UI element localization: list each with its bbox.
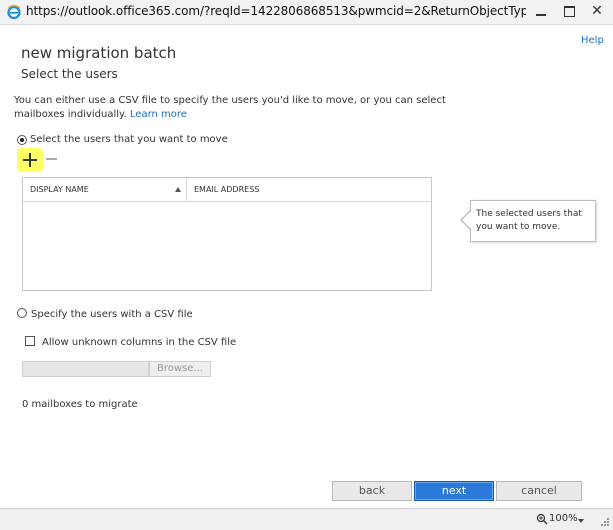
zoom-icon[interactable] (536, 513, 548, 525)
select-users-label: Select the users that you want to move (30, 134, 228, 145)
intro-text: You can either use a CSV file to specify… (14, 94, 484, 122)
address-url: https://outlook.office365.com/?reqId=142… (26, 4, 526, 18)
add-button[interactable] (17, 148, 43, 172)
allow-unknown-columns-checkbox[interactable] (25, 336, 35, 346)
help-callout: The selected users that you want to move… (470, 200, 596, 242)
browser-titlebar: https://outlook.office365.com/?reqId=142… (0, 0, 613, 25)
next-button[interactable]: next (414, 481, 494, 501)
csv-option-label: Specify the users with a CSV file (31, 309, 193, 320)
page-title: new migration batch (21, 44, 177, 62)
close-icon: ✕ (591, 3, 603, 19)
close-button[interactable]: ✕ (584, 0, 610, 22)
learn-more-link[interactable]: Learn more (130, 109, 187, 120)
maximize-button[interactable] (556, 0, 582, 22)
remove-button[interactable] (45, 153, 59, 165)
allow-unknown-columns-label: Allow unknown columns in the CSV file (42, 337, 237, 348)
column-display-name-label: DISPLAY NAME (30, 185, 89, 194)
plus-icon (23, 153, 37, 167)
minus-icon (46, 158, 57, 160)
callout-text: The selected users that you want to move… (476, 209, 582, 232)
users-grid[interactable]: DISPLAY NAME EMAIL ADDRESS (22, 177, 432, 291)
minimize-icon (536, 14, 546, 16)
browse-button: Browse... (149, 361, 211, 377)
help-link[interactable]: Help (581, 35, 604, 46)
callout-arrow-fill (462, 211, 471, 229)
ie-icon (7, 4, 21, 20)
browser-statusbar: 100% (0, 508, 613, 530)
sort-ascending-icon (175, 187, 181, 192)
zoom-level[interactable]: 100% (549, 513, 578, 524)
cancel-button[interactable]: cancel (496, 481, 582, 501)
maximize-icon (563, 5, 575, 17)
chevron-down-icon[interactable] (578, 519, 584, 523)
intro-description: You can either use a CSV file to specify… (14, 95, 446, 120)
mailbox-count: 0 mailboxes to migrate (22, 399, 138, 410)
grid-header: DISPLAY NAME EMAIL ADDRESS (23, 178, 431, 202)
page-subtitle: Select the users (21, 67, 118, 81)
column-email-address-label[interactable]: EMAIL ADDRESS (194, 185, 259, 194)
back-button[interactable]: back (332, 481, 412, 501)
resize-grip-icon[interactable] (600, 517, 610, 527)
csv-radio[interactable] (17, 308, 27, 318)
column-display-name[interactable]: DISPLAY NAME (23, 178, 187, 201)
select-users-radio[interactable] (17, 135, 27, 145)
minimize-button[interactable] (528, 0, 554, 22)
csv-file-path-field (22, 361, 149, 377)
